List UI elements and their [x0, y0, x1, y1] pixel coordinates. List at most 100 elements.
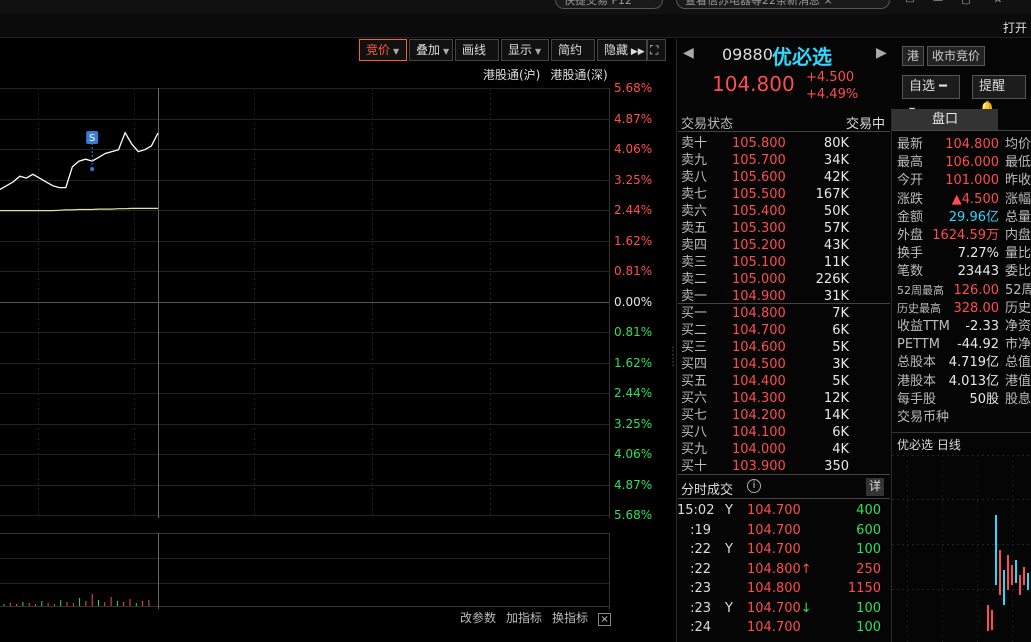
level-label: 卖八 — [681, 170, 708, 185]
hide-button[interactable]: 隐藏 ▶▶ — [597, 39, 647, 61]
y-tick-label: 4.87% — [614, 477, 653, 492]
tape-price: 104.700↓ — [747, 599, 812, 618]
tape-price-value: 104.700 — [747, 503, 801, 518]
level-price: 104.000 — [732, 442, 786, 457]
overlay-button[interactable]: 叠加 ▼ — [409, 39, 453, 61]
orderbook-row[interactable]: 买十 103.900 350 — [681, 458, 887, 475]
stat-label-2: 最低 — [1005, 155, 1031, 171]
daily-kline-chart[interactable] — [892, 455, 1031, 642]
quick-trade-pill[interactable]: 快捷交易 F12 — [555, 0, 663, 9]
orderbook-row[interactable]: 卖七 105.500 167K — [681, 186, 887, 203]
tape-row: :19 104.700 600 — [677, 521, 891, 540]
intraday-chart[interactable]: S — [0, 88, 610, 518]
stat-label: 今开 — [897, 173, 924, 189]
window-minimize-icon[interactable]: — — [930, 0, 946, 6]
orderbook-row[interactable]: 买六 104.300 12K — [681, 390, 887, 407]
tape-volume: 100 — [856, 542, 881, 557]
overlay-label: 叠加 — [416, 43, 441, 57]
level-price: 104.100 — [732, 425, 786, 440]
level-price: 104.800 — [732, 306, 786, 321]
orderbook-row[interactable]: 买八 104.100 6K — [681, 424, 887, 441]
fullscreen-icon[interactable]: ⛶ — [647, 39, 666, 61]
orderbook-row[interactable]: 卖十 105.800 80K — [681, 135, 887, 152]
tape-detail-button[interactable]: 详 — [866, 478, 885, 496]
y-tick-label: 0.81% — [614, 264, 653, 278]
news-notification-pill[interactable]: 查看信苏电器等22条新消息 × — [676, 0, 890, 9]
stat-label: 最高 — [897, 155, 924, 171]
divider — [678, 131, 890, 132]
draw-line-button[interactable]: 画线 — [455, 39, 499, 61]
orderbook-row[interactable]: 买三 104.600 5K — [681, 339, 887, 356]
level-volume: 226K — [815, 272, 849, 287]
orderbook-row[interactable]: 卖二 105.000 226K — [681, 271, 887, 288]
level-volume: 4K — [832, 442, 849, 457]
window-close-icon[interactable]: ✕ — [990, 0, 1006, 6]
tape-price-value: 104.800 — [747, 561, 801, 577]
orderbook-row[interactable]: 买一 104.800 7K — [681, 305, 887, 322]
level-price: 105.300 — [732, 221, 786, 236]
level-price: 103.900 — [732, 459, 786, 474]
level-price: 104.500 — [732, 357, 786, 372]
window-maximize-icon[interactable]: ▢ — [958, 0, 974, 6]
bid-auction-label: 竞价 — [366, 43, 391, 57]
bid-auction-button[interactable]: 竞价 ▼ — [359, 39, 407, 61]
volume-chart[interactable] — [0, 533, 610, 609]
stat-label: 笔数 — [897, 264, 924, 280]
trade-status-value: 交易中 — [845, 117, 885, 132]
tab-pankou[interactable]: 盘口 — [892, 109, 998, 130]
window-pin-icon[interactable]: ▭ — [902, 0, 918, 6]
stock-code: 09880 — [722, 45, 773, 64]
orderbook-row[interactable]: 卖四 105.200 43K — [681, 237, 887, 254]
orderbook-row[interactable]: 卖八 105.600 42K — [681, 169, 887, 186]
watchlist-button[interactable]: 自选 ━ ▼ — [902, 75, 960, 115]
stat-row: 总股本 4.719亿 总值 — [897, 354, 1031, 372]
stat-value: 50股 — [969, 391, 999, 407]
display-button[interactable]: 显示 ▼ — [501, 39, 549, 61]
market-tag: 港 — [902, 46, 925, 66]
orderbook-row[interactable]: 卖五 105.300 57K — [681, 220, 887, 237]
hk-connect-sz-link[interactable]: 港股通(深) — [550, 68, 607, 82]
hk-connect-sh-link[interactable]: 港股通(沪) — [483, 68, 540, 82]
orderbook-row[interactable]: 卖三 105.100 11K — [681, 254, 887, 271]
stat-row: 换手 7.27% 量比 — [897, 245, 1031, 263]
open-button[interactable]: 打开 — [1003, 19, 1027, 36]
level-price: 104.400 — [732, 374, 786, 389]
next-stock-icon[interactable]: ▶ — [876, 45, 887, 61]
close-icon[interactable]: × — [598, 613, 612, 626]
stat-label-2: 52周 — [1005, 282, 1031, 298]
stat-row: 金额 29.96亿 总量 — [897, 209, 1031, 227]
stat-row: 港股本 4.013亿 港值 — [897, 373, 1031, 391]
switch-indicator-link[interactable]: 换指标 — [552, 611, 588, 625]
level-price: 105.500 — [732, 187, 786, 202]
level-price: 104.200 — [732, 408, 786, 423]
tape-price: 104.800↑ — [747, 560, 812, 579]
stat-value: 29.96亿 — [948, 209, 999, 225]
stat-value: 126.00 — [953, 282, 1000, 298]
daily-kline-title: 优必选 日线 — [897, 438, 961, 452]
level-label: 买四 — [681, 357, 708, 372]
chevrons-right-icon: ▶▶ — [628, 47, 645, 57]
orderbook-row[interactable]: 买五 104.400 5K — [681, 373, 887, 390]
stat-label-2: 均价 — [1005, 137, 1031, 152]
change-params-link[interactable]: 改参数 — [460, 611, 496, 625]
prev-stock-icon[interactable]: ◀ — [683, 45, 694, 61]
orderbook-row[interactable]: 卖六 105.400 50K — [681, 203, 887, 220]
level-price: 105.600 — [732, 170, 786, 185]
level-price: 105.400 — [732, 204, 786, 219]
level-label: 买八 — [681, 425, 708, 440]
tape-price-value: 104.700 — [747, 522, 801, 538]
simple-button[interactable]: 简约 — [551, 39, 595, 61]
watchlist-label: 自选 — [909, 79, 936, 94]
orderbook-row[interactable]: 卖九 105.700 34K — [681, 152, 887, 169]
orderbook-row[interactable]: 买四 104.500 3K — [681, 356, 887, 373]
info-icon[interactable]: i — [747, 479, 761, 493]
orderbook-row[interactable]: 买二 104.700 6K — [681, 322, 887, 339]
direction-arrow-icon: ↓ — [800, 600, 812, 616]
level-label: 买二 — [681, 323, 708, 338]
alert-button[interactable]: 提醒 🔔 — [972, 75, 1026, 116]
level-label: 卖九 — [681, 153, 708, 168]
orderbook-row[interactable]: 买七 104.200 14K — [681, 407, 887, 424]
level-label: 卖四 — [681, 238, 708, 253]
orderbook-row[interactable]: 买九 104.000 4K — [681, 441, 887, 458]
add-indicator-link[interactable]: 加指标 — [506, 611, 542, 625]
